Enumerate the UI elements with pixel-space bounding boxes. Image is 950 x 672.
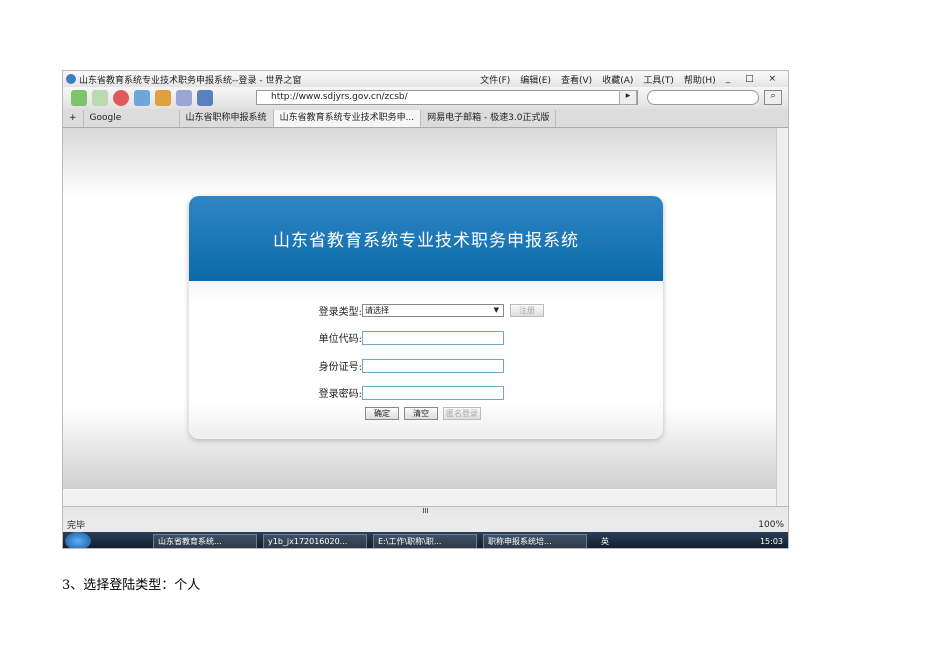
- unit-code-label: 单位代码:: [318, 334, 362, 345]
- zoom-level[interactable]: 100%: [758, 520, 784, 530]
- taskbar-item[interactable]: 山东省教育系统...: [153, 533, 257, 548]
- new-tab-button[interactable]: +: [63, 109, 84, 127]
- tab-login[interactable]: 山东省教育系统专业技术职务申...: [273, 109, 422, 127]
- status-bar: 完毕 100%: [63, 517, 788, 532]
- chevron-down-icon: ▼: [493, 306, 499, 314]
- login-type-label: 登录类型:: [318, 307, 362, 318]
- taskbar-item[interactable]: E:\工作\职称\职...: [373, 533, 477, 548]
- browser-screenshot: 山东省教育系统专业技术职务申报系统--登录 - 世界之窗 文件(F) 编辑(E) 查…: [62, 70, 789, 549]
- horizontal-scrollbar[interactable]: III: [63, 506, 788, 517]
- menu-edit[interactable]: 编辑(E): [520, 76, 551, 86]
- ime-indicator[interactable]: 英: [601, 536, 609, 547]
- clear-button[interactable]: 清空: [404, 407, 438, 420]
- id-number-label: 身份证号:: [318, 362, 362, 373]
- system-title: 山东省教育系统专业技术职务申报系统: [189, 196, 663, 281]
- home-icon[interactable]: [155, 90, 171, 106]
- status-text: 完毕: [67, 521, 86, 531]
- menu-bar: 文件(F) 编辑(E) 查看(V) 收藏(A) 工具(T) 帮助(H): [480, 73, 726, 86]
- vertical-scrollbar[interactable]: [776, 128, 788, 506]
- taskbar-item[interactable]: 职称申报系统培...: [483, 533, 587, 548]
- tab-zcsb[interactable]: 山东省职称申报系统: [180, 109, 274, 127]
- menu-tools[interactable]: 工具(T): [643, 76, 674, 86]
- taskbar: 山东省教育系统... y1b_jx172016020... E:\工作\职称\职…: [63, 532, 788, 548]
- menu-file[interactable]: 文件(F): [480, 76, 510, 86]
- tab-bar: + Google 山东省职称申报系统 山东省教育系统专业技术职务申... 网易电…: [63, 109, 788, 128]
- login-type-select[interactable]: 请选择 ▼: [362, 304, 504, 317]
- toolbar: http://www.sdjyrs.gov.cn/zcsb/ ▸ ⌕: [63, 87, 788, 109]
- taskbar-item[interactable]: y1b_jx172016020...: [263, 533, 367, 548]
- login-type-value: 请选择: [365, 306, 389, 315]
- anonymous-login-button[interactable]: 匿名登录: [443, 407, 481, 420]
- unit-code-input[interactable]: [362, 330, 504, 345]
- menu-view[interactable]: 查看(V): [561, 76, 592, 86]
- go-button[interactable]: ▸: [619, 90, 637, 105]
- stop-icon[interactable]: [113, 90, 129, 106]
- title-bar: 山东省教育系统专业技术职务申报系统--登录 - 世界之窗 文件(F) 编辑(E) 查…: [63, 71, 788, 87]
- menu-favorites[interactable]: 收藏(A): [602, 76, 633, 86]
- password-label: 登录密码:: [318, 389, 362, 400]
- window-controls[interactable]: _ □ ×: [726, 74, 782, 84]
- tab-google[interactable]: Google: [84, 109, 180, 127]
- document-caption: 3、选择登陆类型：个人: [62, 578, 201, 593]
- forward-icon[interactable]: [92, 90, 108, 106]
- id-number-input[interactable]: [362, 358, 504, 373]
- search-input[interactable]: [647, 90, 759, 105]
- tab-mail[interactable]: 网易电子邮箱 - 极速3.0正式版: [421, 109, 557, 127]
- menu-help[interactable]: 帮助(H): [684, 76, 716, 86]
- favorites-icon[interactable]: [197, 90, 213, 106]
- address-bar[interactable]: http://www.sdjyrs.gov.cn/zcsb/: [256, 90, 638, 105]
- window-title: 山东省教育系统专业技术职务申报系统--登录 - 世界之窗: [79, 75, 302, 86]
- start-button[interactable]: [65, 532, 91, 548]
- browser-logo-icon: [66, 74, 76, 84]
- password-input[interactable]: [362, 385, 504, 400]
- refresh-icon[interactable]: [134, 90, 150, 106]
- page-content: 山东省教育系统专业技术职务申报系统 登录类型: 请选择 ▼ 注册 单位代码: 身份…: [63, 128, 778, 489]
- clock: 15:03: [759, 536, 783, 546]
- search-icon[interactable]: ⌕: [764, 90, 782, 105]
- login-panel: 山东省教育系统专业技术职务申报系统 登录类型: 请选择 ▼ 注册 单位代码: 身份…: [189, 196, 663, 439]
- register-button[interactable]: 注册: [510, 304, 544, 317]
- ok-button[interactable]: 确定: [365, 407, 399, 420]
- back-icon[interactable]: [71, 90, 87, 106]
- history-icon[interactable]: [176, 90, 192, 106]
